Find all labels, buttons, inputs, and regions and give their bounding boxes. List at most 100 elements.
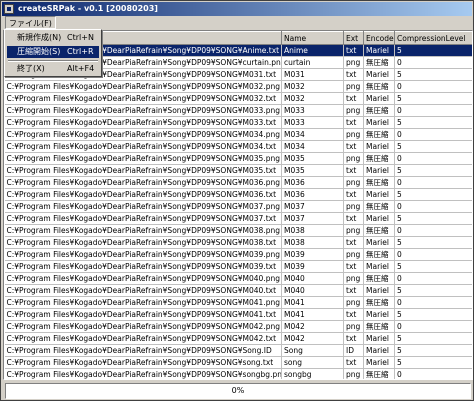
table-cell: 5 — [394, 332, 472, 345]
table-cell: C:¥Program Files¥Kogado¥DearPiaRefrain¥S… — [4, 368, 282, 379]
table-cell: txt — [343, 188, 364, 201]
table-row[interactable]: C:¥Program Files¥Kogado¥DearPiaRefrain¥S… — [4, 308, 472, 321]
table-row[interactable]: C:¥Program Files¥Kogado¥DearPiaRefrain¥S… — [4, 224, 472, 237]
menu-item-new-shortcut: Ctrl+N — [67, 33, 94, 42]
table-cell: Song — [281, 344, 344, 357]
table-cell: png — [343, 176, 364, 189]
table-cell: M037 — [281, 200, 344, 213]
table-row[interactable]: C:¥Program Files¥Kogado¥DearPiaRefrain¥S… — [4, 104, 472, 117]
table-cell: 無圧縮 — [363, 296, 395, 309]
table-cell: png — [343, 56, 364, 69]
table-row[interactable]: C:¥Program Files¥Kogado¥DearPiaRefrain¥S… — [4, 140, 472, 153]
table-cell: txt — [343, 44, 364, 57]
table-row[interactable]: C:¥Program Files¥Kogado¥DearPiaRefrain¥S… — [4, 116, 472, 129]
table-cell: 0 — [394, 320, 472, 333]
table-cell: M042 — [281, 320, 344, 333]
table-cell: M041 — [281, 296, 344, 309]
table-row[interactable]: C:¥Program Files¥Kogado¥DearPiaRefrain¥S… — [4, 236, 472, 249]
table-cell: M041 — [281, 308, 344, 321]
table-cell: C:¥Program Files¥Kogado¥DearPiaRefrain¥S… — [4, 80, 282, 93]
table-cell: Mariel — [363, 140, 395, 153]
table-cell: M032 — [281, 80, 344, 93]
table-row[interactable]: C:¥Program Files¥Kogado¥DearPiaRefrain¥S… — [4, 212, 472, 225]
table-row[interactable]: C:¥Program Files¥Kogado¥DearPiaRefrain¥S… — [4, 92, 472, 105]
table-cell: 5 — [394, 68, 472, 81]
table-cell: png — [343, 320, 364, 333]
table-cell: 無圧縮 — [363, 272, 395, 285]
title-bar[interactable]: createSRPak - v0.1 [20080203] — [2, 2, 472, 16]
table-row[interactable]: C:¥Program Files¥Kogado¥DearPiaRefrain¥S… — [4, 248, 472, 261]
table-cell: txt — [343, 164, 364, 177]
menu-item-new[interactable]: 新規作成(N) Ctrl+N — [7, 32, 99, 44]
table-cell: png — [343, 104, 364, 117]
table-cell: 無圧縮 — [363, 320, 395, 333]
table-cell: 0 — [394, 200, 472, 213]
table-cell: M031 — [281, 68, 344, 81]
table-row[interactable]: C:¥Program Files¥Kogado¥DearPiaRefrain¥S… — [4, 272, 472, 285]
table-cell: 無圧縮 — [363, 152, 395, 165]
table-row[interactable]: C:¥Program Files¥Kogado¥DearPiaRefrain¥S… — [4, 80, 472, 93]
table-row[interactable]: C:¥Program Files¥Kogado¥DearPiaRefrain¥S… — [4, 296, 472, 309]
table-cell: 5 — [394, 212, 472, 225]
menu-item-start-shortcut: Ctrl+R — [67, 47, 94, 56]
menu-file[interactable]: ファイル(F) — [5, 16, 56, 29]
table-cell: curtain — [281, 56, 344, 69]
table-cell: txt — [343, 260, 364, 273]
column-header[interactable]: CompressionLevel — [394, 31, 472, 45]
column-header[interactable]: Name — [281, 31, 344, 45]
table-cell: Mariel — [363, 260, 395, 273]
table-cell: Mariel — [363, 356, 395, 369]
table-cell: C:¥Program Files¥Kogado¥DearPiaRefrain¥S… — [4, 116, 282, 129]
table-cell: 5 — [394, 188, 472, 201]
table-cell: 0 — [394, 152, 472, 165]
menu-separator — [8, 60, 98, 62]
table-cell: txt — [343, 68, 364, 81]
table-cell: C:¥Program Files¥Kogado¥DearPiaRefrain¥S… — [4, 224, 282, 237]
table-cell: png — [343, 272, 364, 285]
table-cell: M034 — [281, 128, 344, 141]
table-row[interactable]: C:¥Program Files¥Kogado¥DearPiaRefrain¥S… — [4, 344, 472, 357]
table-row[interactable]: C:¥Program Files¥Kogado¥DearPiaRefrain¥S… — [4, 368, 472, 379]
table-row[interactable]: C:¥Program Files¥Kogado¥DearPiaRefrain¥S… — [4, 128, 472, 141]
table-cell: C:¥Program Files¥Kogado¥DearPiaRefrain¥S… — [4, 260, 282, 273]
table-row[interactable]: C:¥Program Files¥Kogado¥DearPiaRefrain¥S… — [4, 188, 472, 201]
table-cell: png — [343, 224, 364, 237]
table-cell: Mariel — [363, 212, 395, 225]
column-header[interactable]: Encode — [363, 31, 395, 45]
table-cell: Mariel — [363, 284, 395, 297]
menu-item-start-label: 圧縮開始(S) — [17, 47, 61, 56]
column-header[interactable]: Ext — [343, 31, 364, 45]
table-cell: M032 — [281, 92, 344, 105]
table-cell: png — [343, 152, 364, 165]
table-cell: C:¥Program Files¥Kogado¥DearPiaRefrain¥S… — [4, 176, 282, 189]
table-cell: txt — [343, 116, 364, 129]
table-row[interactable]: C:¥Program Files¥Kogado¥DearPiaRefrain¥S… — [4, 176, 472, 189]
table-row[interactable]: C:¥Program Files¥Kogado¥DearPiaRefrain¥S… — [4, 164, 472, 177]
table-cell: txt — [343, 140, 364, 153]
table-cell: txt — [343, 236, 364, 249]
table-cell: 5 — [394, 236, 472, 249]
table-cell: C:¥Program Files¥Kogado¥DearPiaRefrain¥S… — [4, 236, 282, 249]
table-cell: 無圧縮 — [363, 176, 395, 189]
table-cell: 5 — [394, 44, 472, 57]
menu-item-start-compression[interactable]: 圧縮開始(S) Ctrl+R — [7, 46, 99, 58]
table-cell: Mariel — [363, 164, 395, 177]
menu-item-exit[interactable]: 終了(X) Alt+F4 — [7, 63, 99, 75]
table-cell: 5 — [394, 260, 472, 273]
table-cell: M038 — [281, 224, 344, 237]
table-cell: txt — [343, 212, 364, 225]
table-cell: M040 — [281, 284, 344, 297]
table-cell: C:¥Program Files¥Kogado¥DearPiaRefrain¥S… — [4, 128, 282, 141]
table-row[interactable]: C:¥Program Files¥Kogado¥DearPiaRefrain¥S… — [4, 284, 472, 297]
table-row[interactable]: C:¥Program Files¥Kogado¥DearPiaRefrain¥S… — [4, 332, 472, 345]
table-row[interactable]: C:¥Program Files¥Kogado¥DearPiaRefrain¥S… — [4, 200, 472, 213]
table-cell: Mariel — [363, 236, 395, 249]
file-list[interactable]: FilePathNameExtEncodeCompressionLevel C:… — [3, 30, 473, 380]
table-cell: 0 — [394, 176, 472, 189]
table-row[interactable]: C:¥Program Files¥Kogado¥DearPiaRefrain¥S… — [4, 356, 472, 369]
table-body: C:¥Program Files¥Kogado¥DearPiaRefrain¥S… — [4, 44, 472, 379]
app-icon[interactable] — [4, 4, 14, 14]
table-row[interactable]: C:¥Program Files¥Kogado¥DearPiaRefrain¥S… — [4, 320, 472, 333]
table-row[interactable]: C:¥Program Files¥Kogado¥DearPiaRefrain¥S… — [4, 260, 472, 273]
table-row[interactable]: C:¥Program Files¥Kogado¥DearPiaRefrain¥S… — [4, 152, 472, 165]
